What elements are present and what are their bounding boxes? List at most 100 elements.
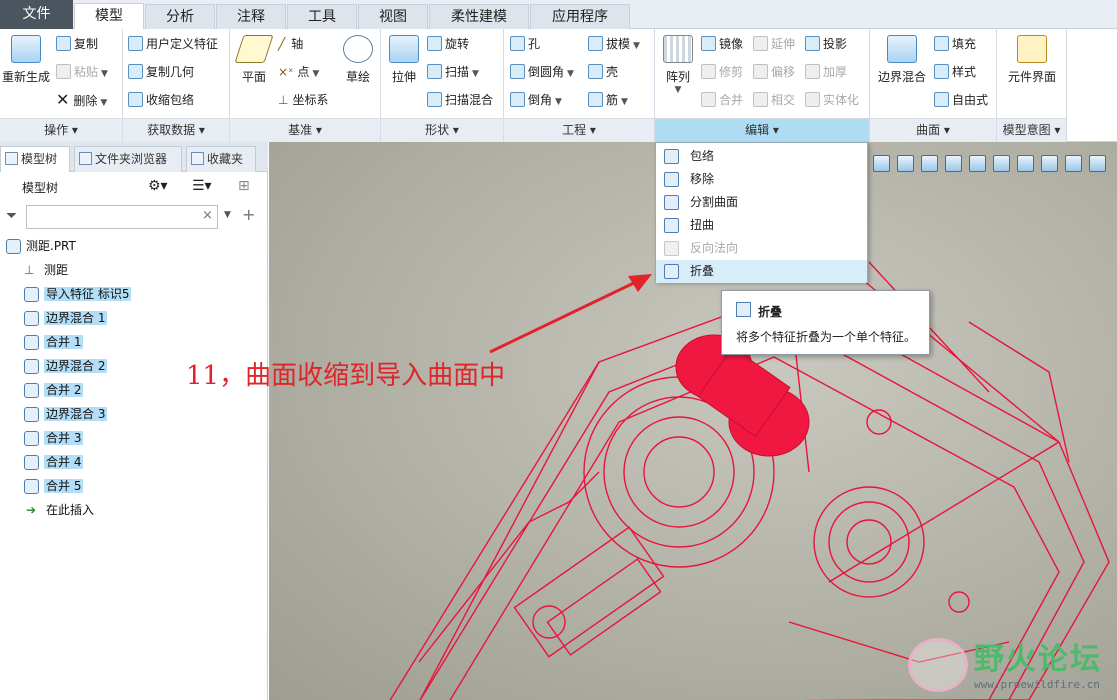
menu-item-collapse[interactable]: 折叠 bbox=[656, 260, 867, 283]
sketch-button[interactable]: 草绘 bbox=[338, 35, 378, 85]
view-tool-icon[interactable] bbox=[921, 155, 938, 172]
group-footer-engineering[interactable]: 工程 ▾ bbox=[504, 118, 654, 142]
view-tool-icon[interactable] bbox=[1089, 155, 1106, 172]
tree-node-merge-4[interactable]: 合并 4 bbox=[24, 452, 84, 473]
trim-button[interactable]: 修剪 bbox=[701, 61, 743, 83]
copy-button[interactable]: 复制 bbox=[56, 33, 98, 55]
group-footer-shapes[interactable]: 形状 ▾ bbox=[381, 118, 503, 142]
tree-node-import[interactable]: 导入特征 标识5 bbox=[24, 284, 132, 305]
mirror-button[interactable]: 镜像 bbox=[701, 33, 743, 55]
tree-header: 模型树 ⚙▾ ☰▾ ⊞ bbox=[0, 172, 268, 202]
menu-item-wrap[interactable]: 包络 bbox=[656, 145, 867, 168]
fill-button[interactable]: 填充 bbox=[934, 33, 976, 55]
menu-item-warp[interactable]: 扭曲 bbox=[656, 214, 867, 237]
sweep-button[interactable]: 扫描 ▼ bbox=[427, 61, 479, 83]
chevron-down-icon[interactable]: ▼ bbox=[224, 210, 231, 220]
view-tool-icon[interactable] bbox=[945, 155, 962, 172]
tree-node-root[interactable]: 测距.PRT bbox=[6, 236, 78, 257]
shell-button[interactable]: 壳 bbox=[588, 61, 618, 83]
chamfer-button[interactable]: 倒角 ▼ bbox=[510, 89, 562, 111]
menu-item-remove[interactable]: 移除 bbox=[656, 168, 867, 191]
delete-button[interactable]: ✕ 删除 ▼ bbox=[56, 89, 107, 111]
round-button[interactable]: 倒圆角 ▼ bbox=[510, 61, 574, 83]
pattern-button[interactable]: 阵列 ▼ bbox=[659, 35, 697, 95]
intersect-button[interactable]: 相交 bbox=[753, 89, 795, 111]
tab-tools[interactable]: 工具 bbox=[287, 4, 357, 29]
clear-search-icon[interactable]: × bbox=[202, 208, 213, 223]
menu-item-split-surface[interactable]: 分割曲面 bbox=[656, 191, 867, 214]
chevron-down-icon: ▼ bbox=[101, 69, 108, 79]
add-filter-icon[interactable]: + bbox=[242, 205, 255, 224]
view-tool-icon[interactable] bbox=[897, 155, 914, 172]
revolve-button[interactable]: 旋转 bbox=[427, 33, 469, 55]
tab-annotate[interactable]: 注释 bbox=[216, 4, 286, 29]
draft-button[interactable]: 拔模 ▼ bbox=[588, 33, 640, 55]
tree-node-boundary-1[interactable]: 边界混合 1 bbox=[24, 308, 108, 329]
tab-view[interactable]: 视图 bbox=[358, 4, 428, 29]
axis-button[interactable]: ╱ 轴 bbox=[278, 33, 303, 55]
merge-button[interactable]: 合并 bbox=[701, 89, 743, 111]
shrinkwrap-button[interactable]: 收缩包络 bbox=[128, 89, 194, 111]
copy-geometry-button[interactable]: 复制几何 bbox=[128, 61, 194, 83]
regenerate-button[interactable]: 重新生成 bbox=[0, 35, 52, 85]
tree-search-input[interactable] bbox=[26, 205, 218, 229]
thicken-button[interactable]: 加厚 bbox=[805, 61, 847, 83]
project-button[interactable]: 投影 bbox=[805, 33, 847, 55]
tab-model[interactable]: 模型 bbox=[74, 3, 144, 30]
tab-analysis[interactable]: 分析 bbox=[145, 4, 215, 29]
ribbon: 重新生成 复制 粘贴 ▼ ✕ 删除 ▼ 操作 ▾ 用户定义特征 复制几何 收缩包络 获… bbox=[0, 29, 1117, 142]
thicken-icon bbox=[805, 64, 820, 79]
tree-node-label: 合并 5 bbox=[44, 479, 84, 493]
group-footer-datum[interactable]: 基准 ▾ bbox=[230, 118, 380, 142]
tree-node-merge-5[interactable]: 合并 5 bbox=[24, 476, 84, 497]
view-tool-icon[interactable] bbox=[1065, 155, 1082, 172]
style-button[interactable]: 样式 bbox=[934, 61, 976, 83]
freestyle-button[interactable]: 自由式 bbox=[934, 89, 988, 111]
sweep-blend-button[interactable]: 扫描混合 bbox=[427, 89, 493, 111]
tree-node-insert-here[interactable]: ➔ 在此插入 bbox=[24, 500, 96, 521]
merge-icon bbox=[24, 431, 39, 446]
tree-node-merge-1[interactable]: 合并 1 bbox=[24, 332, 84, 353]
group-footer-editing[interactable]: 编辑 ▾ bbox=[655, 118, 869, 142]
boundary-blend-button[interactable]: 边界混合 bbox=[874, 35, 930, 85]
paste-button[interactable]: 粘贴 ▼ bbox=[56, 61, 108, 83]
point-button[interactable]: ×ˣ 点 ▼ bbox=[278, 61, 319, 83]
delete-label: 删除 bbox=[73, 94, 98, 108]
component-interface-button[interactable]: 元件界面 bbox=[999, 35, 1065, 85]
view-tool-icon[interactable] bbox=[1017, 155, 1034, 172]
plane-button[interactable]: 平面 bbox=[232, 35, 276, 85]
group-footer-model-intent[interactable]: 模型意图 ▾ bbox=[997, 118, 1066, 142]
tab-model-tree[interactable]: 模型树 bbox=[0, 146, 70, 172]
group-footer-get-data[interactable]: 获取数据 ▾ bbox=[123, 118, 229, 142]
solidify-button[interactable]: 实体化 bbox=[805, 89, 859, 111]
view-tool-icon[interactable] bbox=[993, 155, 1010, 172]
tree-node-boundary-2[interactable]: 边界混合 2 bbox=[24, 356, 108, 377]
tab-file[interactable]: 文件 bbox=[0, 0, 73, 29]
udf-button[interactable]: 用户定义特征 bbox=[128, 33, 218, 55]
rib-button[interactable]: 筋 ▼ bbox=[588, 89, 628, 111]
group-footer-operations[interactable]: 操作 ▾ bbox=[0, 118, 122, 142]
extrude-button[interactable]: 拉伸 bbox=[383, 35, 425, 85]
collapse-icon bbox=[736, 302, 751, 317]
offset-button[interactable]: 偏移 bbox=[753, 61, 795, 83]
view-tool-icon[interactable] bbox=[1041, 155, 1058, 172]
tree-node-merge-3[interactable]: 合并 3 bbox=[24, 428, 84, 449]
view-tool-icon[interactable] bbox=[873, 155, 890, 172]
tab-favorites[interactable]: 收藏夹 bbox=[186, 146, 256, 172]
view-tool-icon[interactable] bbox=[969, 155, 986, 172]
tree-node-csys[interactable]: ⊥ 测距 bbox=[24, 260, 70, 281]
arrow-right-icon: ➔ bbox=[26, 503, 37, 517]
extend-button[interactable]: 延伸 bbox=[753, 33, 795, 55]
hole-button[interactable]: 孔 bbox=[510, 33, 540, 55]
boundary-blend-icon bbox=[24, 359, 39, 374]
tab-flexible-modeling[interactable]: 柔性建模 bbox=[429, 4, 529, 29]
tab-applications[interactable]: 应用程序 bbox=[530, 4, 630, 29]
filter-toggle-icon[interactable]: ⊞ bbox=[238, 178, 250, 194]
csys-button[interactable]: ⊥ 坐标系 bbox=[278, 89, 328, 111]
tab-folder-browser[interactable]: 文件夹浏览器 bbox=[74, 146, 182, 172]
tree-node-merge-2[interactable]: 合并 2 bbox=[24, 380, 84, 401]
show-icon[interactable]: ☰▾ bbox=[192, 178, 212, 194]
settings-icon[interactable]: ⚙▾ bbox=[148, 178, 168, 194]
group-footer-surfaces[interactable]: 曲面 ▾ bbox=[870, 118, 996, 142]
tree-node-boundary-3[interactable]: 边界混合 3 bbox=[24, 404, 108, 425]
